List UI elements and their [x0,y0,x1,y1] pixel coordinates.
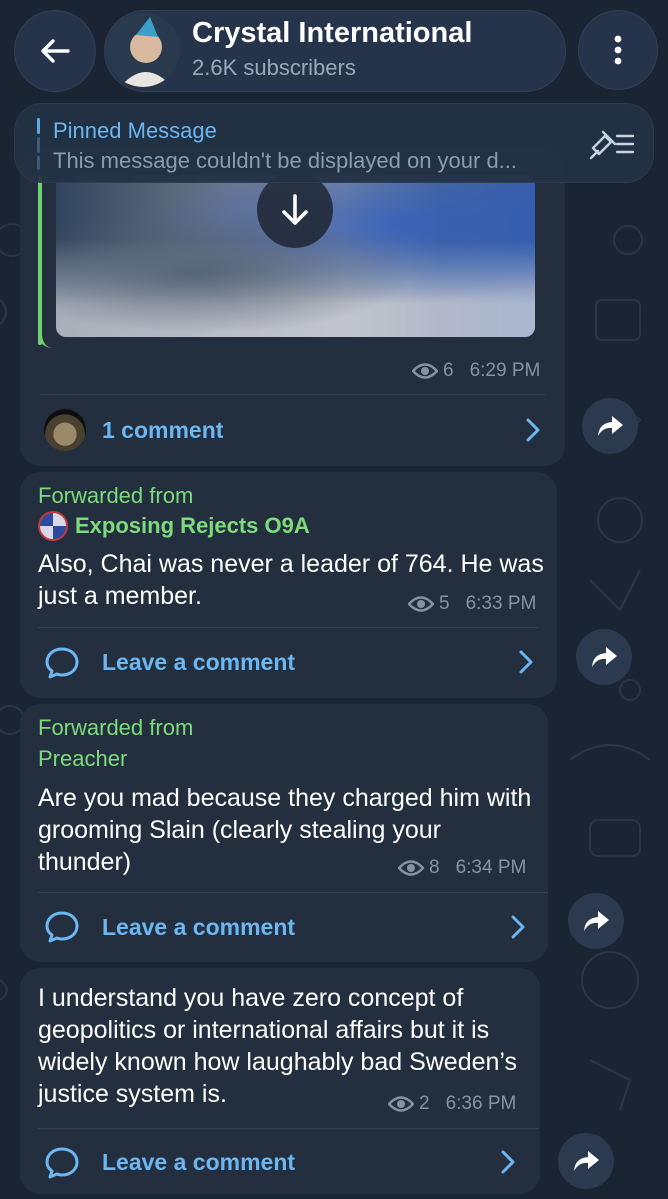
leave-comment-link[interactable]: Leave a comment [102,914,295,941]
message-meta-4: 2 6:36 PM [388,1093,516,1115]
forwarded-source-link[interactable]: Exposing Rejects O9A [75,513,310,539]
message-meta-2: 5 6:33 PM [408,593,536,615]
view-count: 6 [443,360,454,381]
eye-icon [408,596,434,612]
message-text: I understand you have zero concept of ge… [38,984,518,1108]
chevron-right-icon[interactable] [498,1149,518,1175]
download-icon [282,194,308,225]
chevron-right-icon[interactable] [523,417,543,443]
comment-icon [45,1147,79,1179]
more-options-button[interactable] [578,10,658,90]
leave-comment-link[interactable]: Leave a comment [102,1149,295,1176]
share-button[interactable] [558,1133,614,1189]
forwarded-source-link[interactable]: Preacher [38,746,127,772]
comment-divider [38,1128,538,1129]
eye-icon [412,363,438,379]
pinned-title: Pinned Message [53,118,217,143]
unpin-list-icon[interactable] [589,128,635,160]
view-count: 2 [419,1093,430,1114]
comments-link[interactable]: 1 comment [102,417,223,444]
share-icon [598,416,623,436]
comment-icon [45,647,79,679]
subscriber-count: 2.6K subscribers [192,55,356,80]
pinned-indicator [37,118,40,170]
message-time: 6:29 PM [469,360,541,381]
message-time: 6:36 PM [445,1093,517,1114]
forwarded-label: Forwarded from [38,715,194,740]
comment-icon [45,911,79,943]
eye-icon [388,1096,414,1112]
forwarded-label: Forwarded from [38,483,194,508]
more-vertical-icon [614,35,622,65]
share-icon [592,647,617,667]
download-button[interactable] [257,172,333,248]
reply-accent-bar [38,175,42,345]
share-icon [584,911,609,931]
view-count: 8 [429,857,440,878]
source-channel-icon [38,511,68,541]
share-button[interactable] [568,893,624,949]
leave-comment-link[interactable]: Leave a comment [102,649,295,676]
chevron-right-icon[interactable] [508,914,528,940]
eye-icon [398,860,424,876]
commenter-avatar [44,409,86,451]
share-icon [574,1151,599,1171]
back-button[interactable] [14,10,96,92]
share-button[interactable] [576,629,632,685]
comment-divider [38,892,548,893]
chevron-right-icon[interactable] [516,649,536,675]
pinned-message-bar[interactable]: Pinned Message This message couldn't be … [14,103,654,183]
comment-divider [38,627,538,628]
view-count: 5 [439,593,450,614]
back-arrow-icon [41,39,70,63]
share-button[interactable] [582,398,638,454]
comment-divider [40,394,545,395]
channel-title: Crystal International [192,17,473,49]
message-time: 6:33 PM [465,593,537,614]
pinned-preview: This message couldn't be displayed on yo… [53,148,518,173]
message-meta-1: 6 6:29 PM [412,360,540,382]
message-meta-3: 8 6:34 PM [398,857,526,879]
channel-avatar[interactable] [106,13,180,87]
message-time: 6:34 PM [455,857,527,878]
